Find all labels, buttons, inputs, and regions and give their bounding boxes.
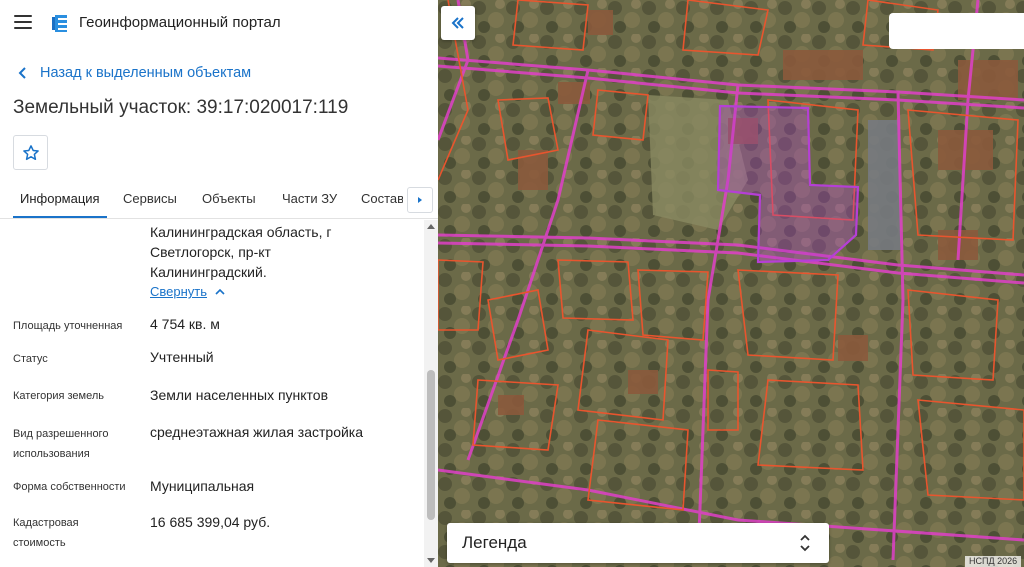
ownership-label: Форма собственности: [13, 481, 126, 493]
area-label: Площадь уточненная: [13, 320, 123, 332]
tab-bar: Информация Сервисы Объекты Части ЗУ Сост…: [0, 185, 438, 219]
tab-objects[interactable]: Объекты: [202, 185, 256, 218]
info-panel: Геоинформационный портал Назад к выделен…: [0, 0, 438, 567]
info-content: Калининградская область, г Светлогорск, …: [0, 220, 424, 567]
hamburger-menu-icon[interactable]: [14, 15, 32, 29]
portal-logo-icon: [52, 15, 67, 32]
scroll-down-arrow[interactable]: [427, 558, 435, 563]
scroll-up-arrow[interactable]: [427, 224, 435, 229]
app-title: Геоинформационный портал: [79, 14, 281, 31]
back-to-selection-link[interactable]: Назад к выделенным объектам: [16, 63, 251, 83]
collapse-panel-button[interactable]: [441, 6, 475, 40]
tab-information[interactable]: Информация: [13, 185, 107, 218]
up-down-chevron-icon: [800, 534, 810, 552]
address-value: Калининградская область, г Светлогорск, …: [150, 224, 332, 280]
satellite-map[interactable]: [438, 0, 1024, 567]
favorite-button[interactable]: [13, 135, 48, 170]
chevron-up-icon: [215, 288, 225, 295]
scrollbar-thumb[interactable]: [427, 370, 435, 520]
status-value: Учтенный: [150, 349, 214, 365]
cadastral-value-label: Кадастровая стоимость: [13, 517, 79, 549]
legend-select[interactable]: Легенда: [447, 523, 829, 563]
tab-services[interactable]: Сервисы: [123, 185, 177, 218]
triangle-right-icon: [418, 197, 422, 203]
map-view[interactable]: Легенда НСПД 2026: [438, 0, 1024, 567]
page-title: Земельный участок: 39:17:020017:119: [13, 97, 349, 118]
double-chevron-left-icon: [451, 17, 464, 29]
back-link-label: Назад к выделенным объектам: [40, 65, 252, 81]
chevron-left-icon: [18, 67, 26, 79]
ownership-value: Муниципальная: [150, 478, 255, 494]
tab-parcel-parts[interactable]: Части ЗУ: [282, 185, 337, 218]
map-search-input[interactable]: [889, 13, 1024, 49]
status-label: Статус: [13, 353, 48, 365]
map-copyright: НСПД 2026: [965, 556, 1022, 567]
legend-label: Легенда: [462, 533, 527, 552]
collapse-link[interactable]: Свернуть: [150, 284, 225, 299]
tab-composition[interactable]: Состав: [361, 185, 403, 218]
cadastral-value-value: 16 685 399,04 руб.: [150, 514, 271, 530]
permitted-use-label: Вид разрешенного использования: [13, 428, 109, 460]
permitted-use-value: среднеэтажная жилая застройка: [150, 424, 364, 440]
info-scrollbar[interactable]: [424, 220, 438, 567]
tabs-scroll-right-button[interactable]: [407, 187, 433, 213]
star-outline-icon: [22, 144, 39, 160]
top-bar: Геоинформационный портал: [0, 0, 438, 46]
land-category-value: Земли населенных пунктов: [150, 387, 329, 403]
land-category-label: Категория земель: [13, 390, 104, 402]
area-value: 4 754 кв. м: [150, 316, 220, 332]
